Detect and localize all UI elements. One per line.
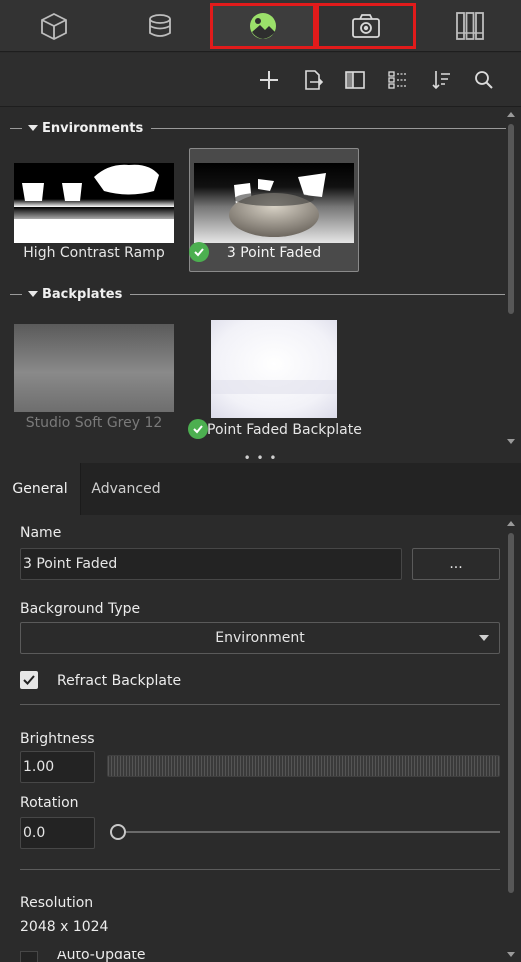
backplate-item-label: Point Faded Backplate [207,422,362,438]
rotation-slider-handle[interactable] [110,824,126,840]
refract-backplate-label: Refract Backplate [57,673,182,689]
brightness-input[interactable]: 1.00 [20,751,95,783]
background-type-label: Background Type [20,601,141,617]
environment-item-3-point-faded[interactable]: 3 Point Faded [189,148,359,272]
backplates-section-header[interactable]: Backplates [10,286,506,302]
tab-advanced[interactable]: Advanced [81,463,171,515]
library-toolbar [0,53,521,107]
backplate-item-label: Studio Soft Grey 12 [25,415,163,431]
backplate-thumbnail [14,324,174,412]
resolution-label: Resolution [20,895,94,911]
backplate-thumbnail [211,320,337,418]
resolution-value: 2048 x 1024 [20,919,109,935]
tab-environments[interactable] [212,4,314,48]
scroll-up-arrow[interactable] [507,112,515,117]
name-field[interactable]: 3 Point Faded [20,548,402,580]
properties-panel: General Advanced Name 3 Point Faded ... … [0,463,521,962]
browse-button[interactable]: ... [412,548,500,580]
splitter-grip-icon: • • • [243,451,278,465]
scroll-down-arrow[interactable] [507,439,515,444]
camera-icon [352,14,380,38]
background-type-value: Environment [215,630,305,646]
sort-icon [432,71,450,90]
backplate-item-point-faded-backplate[interactable] [211,320,337,418]
environment-item-high-contrast-ramp[interactable] [14,163,174,243]
backplate-item-studio-soft-grey-12[interactable] [14,324,174,412]
tab-cameras[interactable] [318,4,414,48]
scroll-down-arrow[interactable] [507,952,515,957]
sort-button[interactable] [427,66,455,94]
library-books-icon [456,12,484,40]
checkmark-icon [23,675,35,685]
auto-update-checkbox[interactable] [20,951,38,962]
grid-view-button[interactable] [384,66,412,94]
search-button[interactable] [470,66,498,94]
brightness-label: Brightness [20,731,95,747]
tab-materials[interactable] [130,4,190,48]
rotation-input[interactable]: 0.0 [20,817,95,849]
environment-thumbnail [194,163,354,243]
search-icon [475,71,493,89]
properties-tabs: General Advanced [0,463,521,515]
split-view-icon [345,71,365,89]
environments-section-header[interactable]: Environments [10,120,507,136]
divider [151,127,507,129]
material-ball-icon [149,14,171,37]
environment-thumbnail [14,163,174,243]
import-file-icon [305,70,324,90]
environment-icon [250,13,276,39]
tab-model[interactable] [24,4,84,48]
split-view-button[interactable] [341,66,369,94]
environment-item-label: High Contrast Ramp [23,245,165,261]
import-button[interactable] [299,66,327,94]
environments-header-label: Environments [42,120,144,136]
section-divider [20,704,500,705]
top-tab-bar [0,0,521,52]
background-type-select[interactable]: Environment [20,622,500,654]
rotation-label: Rotation [20,795,79,811]
plus-icon [260,71,278,89]
collapse-caret-icon[interactable] [28,291,38,297]
tab-libraries[interactable] [440,4,500,48]
auto-update-label: Auto-Update [57,951,146,962]
active-check-icon [188,419,208,439]
panel-splitter[interactable]: • • • [0,451,521,465]
refract-backplate-checkbox[interactable] [20,671,38,689]
name-label: Name [20,525,62,541]
scroll-up-arrow[interactable] [507,521,515,526]
collapse-caret-icon[interactable] [28,125,38,131]
grid-view-icon [388,71,407,89]
section-divider [20,869,500,870]
add-button[interactable] [255,66,283,94]
brightness-slider[interactable] [107,755,500,777]
tab-general[interactable]: General [0,463,81,515]
chevron-down-icon [479,635,489,641]
divider [10,127,22,129]
library-scrollbar[interactable] [508,124,514,314]
cube-icon [41,12,67,41]
active-check-icon [189,242,209,262]
properties-scrollbar[interactable] [508,533,514,893]
backplates-header-label: Backplates [42,286,123,302]
environment-item-label: 3 Point Faded [226,245,322,261]
rotation-slider-track[interactable] [118,831,500,833]
environment-library: Environments High Contrast Ramp 3 Point … [0,108,521,453]
divider [10,293,22,295]
divider [130,293,506,295]
